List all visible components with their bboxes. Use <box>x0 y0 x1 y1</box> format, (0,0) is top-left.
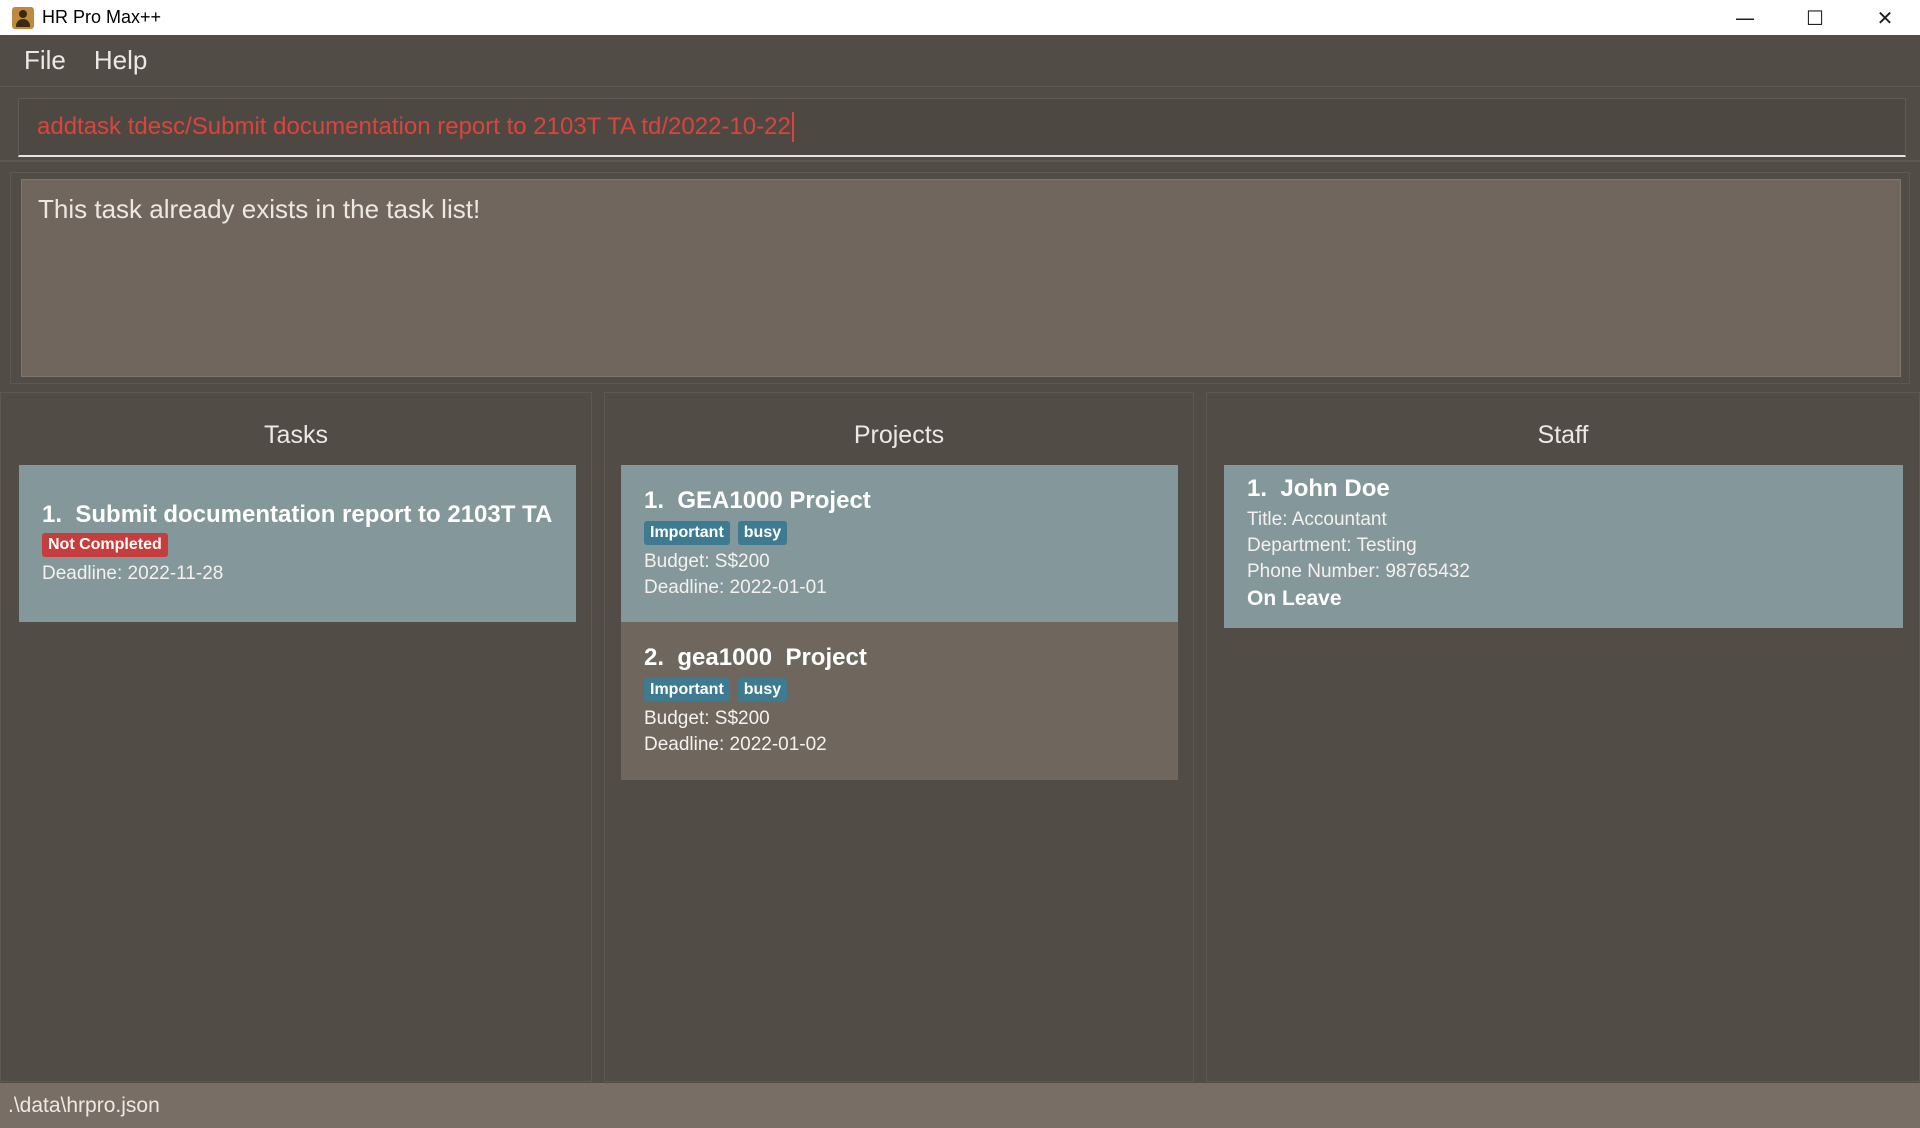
close-button[interactable]: ✕ <box>1850 0 1920 35</box>
tasks-panel-title: Tasks <box>264 421 328 449</box>
staff-card[interactable]: 1. John Doe Title: Accountant Department… <box>1224 465 1903 628</box>
task-index: 1. <box>42 501 63 528</box>
staff-name: John Doe <box>1280 475 1390 502</box>
project-deadline: Deadline: 2022-01-01 <box>644 577 827 598</box>
project-name: gea1000 Project <box>677 644 867 671</box>
project-deadline: Deadline: 2022-01-02 <box>644 734 827 755</box>
project-title: 2. gea1000 Project <box>644 644 1155 672</box>
task-title: 1. Submit documentation report to 2103T … <box>42 501 553 529</box>
tag: busy <box>737 521 788 545</box>
projects-panel: Projects 1. GEA1000 Project Important bu… <box>604 392 1194 1082</box>
project-index: 2. <box>644 644 665 671</box>
status-bar: .\data\hrpro.json <box>0 1083 1920 1128</box>
project-index: 1. <box>644 487 665 514</box>
menu-file[interactable]: File <box>24 45 66 76</box>
project-tags: Important busy <box>644 521 1155 545</box>
projects-panel-title: Projects <box>853 421 945 449</box>
project-tags: Important busy <box>644 678 1155 702</box>
app-icon <box>12 6 34 29</box>
maximize-button[interactable]: ☐ <box>1780 0 1850 35</box>
project-card[interactable]: 2. gea1000 Project Important busy Budget… <box>621 622 1178 780</box>
result-message: This task already exists in the task lis… <box>38 194 481 224</box>
menu-bar: File Help <box>0 35 1920 87</box>
staff-department: Department: Testing <box>1247 535 1417 556</box>
tag: Important <box>644 521 730 545</box>
result-display-container: This task already exists in the task lis… <box>10 172 1910 384</box>
command-input[interactable]: addtask tdesc/Submit documentation repor… <box>18 98 1906 157</box>
window-title: HR Pro Max++ <box>42 7 162 27</box>
task-deadline: Deadline: 2022-11-28 <box>42 563 224 584</box>
result-display[interactable]: This task already exists in the task lis… <box>21 179 1901 377</box>
project-card[interactable]: 1. GEA1000 Project Important busy Budget… <box>621 465 1178 622</box>
staff-index: 1. <box>1247 475 1268 502</box>
project-budget: Budget: S$200 <box>644 551 770 572</box>
menu-help[interactable]: Help <box>94 45 147 76</box>
project-budget: Budget: S$200 <box>644 708 770 729</box>
staff-phone: Phone Number: 98765432 <box>1247 561 1470 582</box>
staff-panel-title: Staff <box>1537 421 1589 449</box>
tag: Important <box>644 678 730 702</box>
command-text: addtask tdesc/Submit documentation repor… <box>37 113 791 140</box>
window-controls: — ☐ ✕ <box>1710 0 1920 35</box>
status-badge: Not Completed <box>42 533 168 557</box>
data-file-path: .\data\hrpro.json <box>8 1093 160 1117</box>
task-card[interactable]: 1. Submit documentation report to 2103T … <box>19 465 576 622</box>
task-name: Submit documentation report to 2103T TA <box>75 501 553 528</box>
tag: busy <box>737 678 788 702</box>
staff-panel: Staff 1. John Doe Title: Accountant Depa… <box>1206 392 1920 1082</box>
text-caret <box>791 112 794 142</box>
project-title: 1. GEA1000 Project <box>644 487 1155 515</box>
staff-title: 1. John Doe <box>1247 475 1880 503</box>
staff-job-title: Title: Accountant <box>1247 509 1387 530</box>
project-name: GEA1000 Project <box>677 487 871 514</box>
title-bar: HR Pro Max++ — ☐ ✕ <box>0 0 1920 35</box>
minimize-button[interactable]: — <box>1710 0 1780 35</box>
command-box-container: addtask tdesc/Submit documentation repor… <box>0 90 1920 162</box>
tasks-panel: Tasks 1. Submit documentation report to … <box>0 392 592 1082</box>
leave-status: On Leave <box>1247 587 1342 610</box>
